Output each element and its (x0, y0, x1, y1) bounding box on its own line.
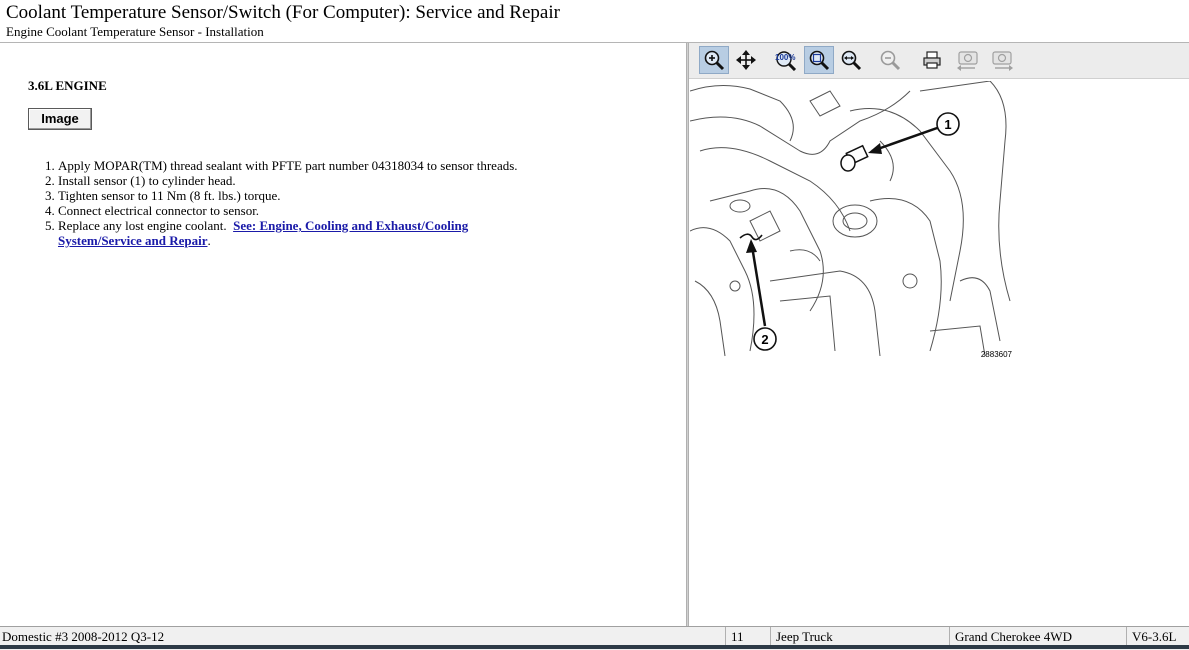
status-database: Domestic #3 2008-2012 Q3-12 (2, 629, 165, 644)
image-toolbar: 100% (689, 43, 1189, 79)
print-icon (923, 51, 941, 69)
step-item: Install sensor (1) to cylinder head. (58, 173, 518, 188)
previous-image-icon (957, 51, 978, 71)
fit-width-icon (841, 50, 862, 71)
fit-to-window-button[interactable] (804, 46, 834, 74)
fit-width-button[interactable] (836, 46, 866, 74)
zoom-out-icon (880, 50, 901, 71)
status-make: Jeep Truck (776, 629, 833, 644)
step-item: Connect electrical connector to sensor. (58, 203, 518, 218)
pan-icon (736, 50, 756, 70)
image-pane: 100% 1 2 2883607 (689, 43, 1189, 626)
page-title: Coolant Temperature Sensor/Switch (For C… (6, 2, 560, 23)
step-suffix: . (207, 233, 211, 248)
image-button[interactable]: Image (28, 108, 92, 130)
page-subtitle: Engine Coolant Temperature Sensor - Inst… (6, 24, 264, 39)
step-text: Apply MOPAR(TM) thread sealant with PFTE… (58, 158, 518, 173)
figure-number: 2883607 (981, 350, 1013, 359)
previous-image-button[interactable] (953, 46, 983, 74)
sensor-drawing (840, 144, 869, 172)
status-model: Grand Cherokee 4WD (955, 629, 1072, 644)
print-button[interactable] (917, 46, 947, 74)
engine-illustration: 1 2 2883607 (690, 81, 1013, 359)
status-separator (725, 627, 726, 647)
taskbar-edge (0, 645, 1189, 649)
zoom-in-button[interactable] (699, 46, 729, 74)
step-item: Replace any lost engine coolant. See: En… (58, 218, 518, 248)
status-separator (770, 627, 771, 647)
callout-2-label: 2 (761, 332, 768, 347)
status-separator (1126, 627, 1127, 647)
step-text: Tighten sensor to 11 Nm (8 ft. lbs.) tor… (58, 188, 281, 203)
section-heading: 3.6L ENGINE (28, 78, 107, 93)
callout-1-label: 1 (944, 117, 951, 132)
pan-button[interactable] (731, 46, 761, 74)
step-text: Install sensor (1) to cylinder head. (58, 173, 236, 188)
header: Coolant Temperature Sensor/Switch (For C… (0, 0, 1189, 43)
text-pane: 3.6L ENGINE Image Apply MOPAR(TM) thread… (0, 43, 686, 626)
zoom-100-icon: 100% (775, 51, 797, 71)
procedure-steps: Apply MOPAR(TM) thread sealant with PFTE… (28, 158, 518, 248)
zoom-100-label: 100% (775, 53, 795, 62)
step-item: Apply MOPAR(TM) thread sealant with PFTE… (58, 158, 518, 173)
next-image-button[interactable] (987, 46, 1017, 74)
zoom-in-icon (704, 50, 725, 71)
next-image-icon (992, 51, 1013, 71)
fit-to-window-icon (809, 50, 830, 71)
status-separator (949, 627, 950, 647)
zoom-100-button[interactable]: 100% (771, 46, 801, 74)
step-text: Replace any lost engine coolant. (58, 218, 227, 233)
status-year: 11 (731, 629, 744, 644)
zoom-out-button[interactable] (875, 46, 905, 74)
status-engine: V6-3.6L (1132, 629, 1177, 644)
step-text: Connect electrical connector to sensor. (58, 203, 260, 218)
step-item: Tighten sensor to 11 Nm (8 ft. lbs.) tor… (58, 188, 518, 203)
